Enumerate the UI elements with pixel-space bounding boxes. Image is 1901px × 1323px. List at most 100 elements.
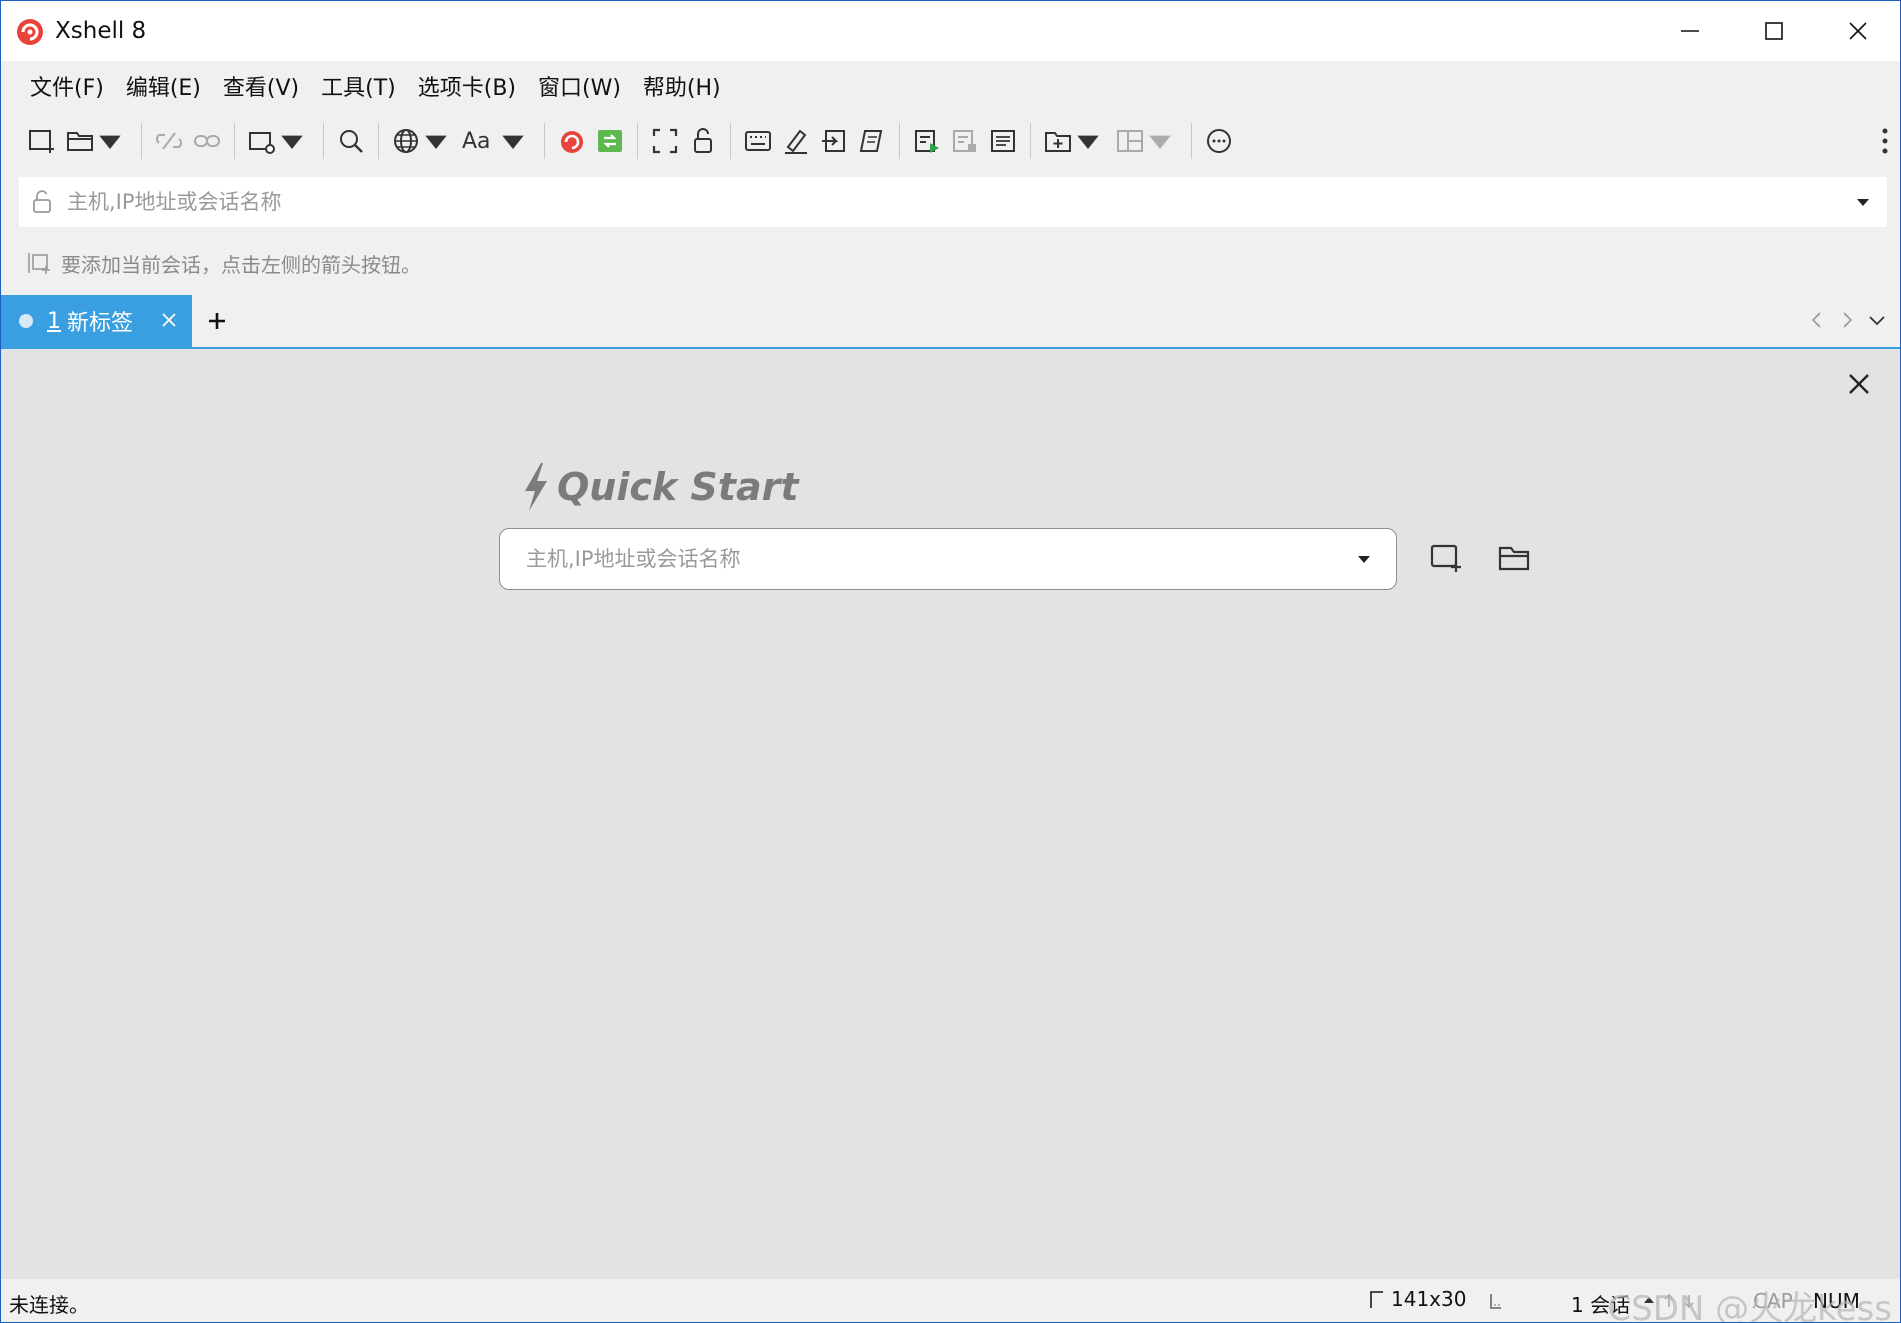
toolbar-separator — [729, 123, 731, 159]
disconnect-button[interactable] — [153, 121, 185, 161]
highlight-icon — [784, 129, 807, 154]
layout-icon — [1116, 130, 1143, 152]
toolbar-separator — [636, 123, 638, 159]
tab-strip: 1 新标签 — [1, 295, 1900, 349]
menu-bar: 文件(F) 编辑(E) 查看(V) 工具(T) 选项卡(B) 窗口(W) 帮助(… — [1, 61, 1900, 111]
lightning-icon — [525, 463, 547, 511]
chevron-down-icon[interactable] — [1864, 307, 1890, 333]
encoding-icon — [394, 129, 418, 153]
disconnect-icon — [156, 132, 182, 150]
toolbar-separator — [234, 123, 235, 159]
compose-bar-icon — [744, 131, 771, 151]
compose-bar-button[interactable] — [742, 121, 774, 161]
transfer-icon — [821, 130, 845, 152]
minimize-button[interactable] — [1648, 1, 1732, 61]
open-session-icon[interactable] — [1495, 539, 1533, 577]
chevron-left-icon[interactable] — [1804, 307, 1830, 333]
highlight-button[interactable] — [780, 121, 812, 161]
menu-view[interactable]: 查看(V) — [212, 64, 310, 108]
add-session-arrow-icon[interactable] — [25, 249, 53, 277]
menu-edit[interactable]: 编辑(E) — [115, 64, 212, 108]
new-session-icon[interactable] — [1427, 539, 1465, 577]
tab-number: 1 — [47, 308, 61, 334]
chevron-down-icon — [1148, 135, 1171, 149]
address-input[interactable] — [65, 189, 1853, 215]
tab-new[interactable]: 1 新标签 — [1, 295, 192, 347]
chevron-right-icon[interactable] — [1834, 307, 1860, 333]
close-window-button[interactable] — [1816, 1, 1900, 61]
chevron-down-icon[interactable] — [1853, 192, 1873, 212]
fullscreen-button[interactable] — [649, 121, 681, 161]
quick-start-title: Quick Start — [519, 461, 799, 513]
terminal-size-icon — [1370, 1291, 1383, 1308]
new-tab-button[interactable] — [246, 121, 312, 161]
add-icon — [1044, 132, 1071, 152]
new-session-button[interactable] — [26, 121, 58, 161]
chevron-down-icon — [99, 135, 121, 149]
xftp-button[interactable] — [594, 121, 626, 161]
quick-start-input[interactable] — [524, 546, 1354, 572]
xftp-icon — [597, 130, 622, 152]
toolbar: Aa — [1, 113, 1900, 169]
chevron-down-icon — [281, 135, 303, 149]
more-icon[interactable] — [1882, 127, 1888, 155]
log-button[interactable] — [987, 121, 1019, 161]
toolbar-separator — [141, 123, 142, 159]
cursor-position-icon — [1490, 1294, 1501, 1309]
watermark: CSDN @火龙kess — [1607, 1289, 1892, 1323]
chevron-down-icon[interactable] — [1354, 549, 1374, 569]
chat-button[interactable] — [1203, 121, 1235, 161]
layout-button[interactable] — [1114, 121, 1180, 161]
close-icon — [1849, 22, 1867, 40]
log-icon — [990, 130, 1015, 152]
start-logging-button[interactable] — [911, 121, 943, 161]
font-icon: Aa — [462, 128, 491, 154]
toolbar-separator — [1029, 123, 1031, 159]
lock-icon — [693, 128, 712, 153]
connection-status: 未连接。 — [9, 1293, 89, 1317]
new-tab-icon — [249, 132, 275, 154]
xshell-window: Xshell 8 文件(F) 编辑(E) 查看(V) 工具(T) 选项卡(B) … — [0, 0, 1901, 1323]
menu-tools[interactable]: 工具(T) — [310, 64, 407, 108]
close-panel-icon[interactable] — [1844, 369, 1874, 399]
app-logo-icon — [17, 19, 43, 45]
open-session-icon — [67, 132, 93, 151]
title-bar: Xshell 8 — [1, 1, 1900, 61]
stop-logging-button[interactable] — [949, 121, 981, 161]
chevron-down-icon — [501, 135, 524, 149]
tab-label: 新标签 — [67, 311, 134, 336]
tab-navigation — [1800, 307, 1890, 333]
reconnect-button[interactable] — [191, 121, 223, 161]
maximize-button[interactable] — [1732, 1, 1816, 61]
menu-file[interactable]: 文件(F) — [19, 64, 115, 108]
stop-logging-icon — [952, 130, 976, 152]
new-session-icon — [29, 130, 54, 153]
encoding-button[interactable] — [390, 121, 456, 161]
add-tab-icon[interactable] — [204, 308, 230, 334]
window-controls — [1648, 1, 1900, 61]
add-button[interactable] — [1042, 121, 1108, 161]
quick-start-label: Quick Start — [557, 465, 799, 509]
toolbar-separator — [898, 123, 900, 159]
terminal-size-text: 141x30 — [1391, 1287, 1467, 1311]
menu-help[interactable]: 帮助(H) — [632, 64, 732, 108]
xshell-button[interactable] — [556, 121, 588, 161]
tab-status-dot — [19, 314, 33, 328]
transfer-button[interactable] — [818, 121, 850, 161]
font-button[interactable]: Aa — [462, 121, 533, 161]
terminal-size: 141x30 — [1367, 1287, 1466, 1311]
find-button[interactable] — [335, 121, 367, 161]
lock-button[interactable] — [687, 121, 719, 161]
tab-close-icon[interactable] — [158, 309, 180, 331]
xshell-icon — [560, 131, 583, 153]
open-session-button[interactable] — [64, 121, 130, 161]
fullscreen-icon — [652, 128, 677, 154]
menu-window[interactable]: 窗口(W) — [527, 64, 632, 108]
toolbar-separator — [1190, 123, 1192, 159]
reconnect-icon — [194, 135, 220, 147]
maximize-icon — [1765, 22, 1783, 40]
minimize-icon — [1681, 30, 1699, 32]
script-button[interactable] — [856, 121, 888, 161]
quick-start-panel: Quick Start — [1, 349, 1900, 1279]
menu-tab[interactable]: 选项卡(B) — [407, 64, 527, 108]
